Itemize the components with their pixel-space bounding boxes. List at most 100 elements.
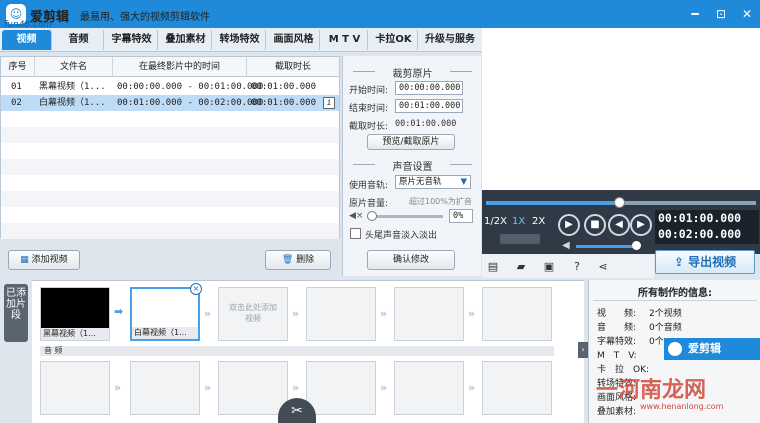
arrow-icon: » xyxy=(204,307,212,320)
frame-slider[interactable] xyxy=(500,234,540,244)
added-clips-label: 已添加片段 xyxy=(4,284,28,342)
row-filename: 黑幕视频（1... xyxy=(39,82,106,92)
volume-hint: 超过100%为扩音 xyxy=(409,197,472,206)
fade-label: 头尾声音淡入淡出 xyxy=(365,231,438,241)
arrow-icon: » xyxy=(380,307,388,320)
fade-checkbox[interactable] xyxy=(350,228,361,239)
share-icon[interactable]: ⋖ xyxy=(596,260,610,274)
empty-clip-slot[interactable] xyxy=(306,287,376,341)
audio-slot[interactable] xyxy=(130,361,200,415)
duration-value: 00:01:00.000 xyxy=(395,119,457,129)
time-display: 00:01:00.000 00:02:00.000 xyxy=(655,210,759,244)
row-duration: 00:01:00.000 xyxy=(251,98,317,108)
expand-panel-icon[interactable]: › xyxy=(578,342,588,358)
end-time-field[interactable]: 00:01:00.000 xyxy=(395,99,463,113)
tab-picture-style[interactable]: 画面风格 xyxy=(268,30,320,50)
remove-clip-icon[interactable]: × xyxy=(190,283,202,295)
add-video-label: 添加视频 xyxy=(31,255,68,265)
speed-1x-button[interactable]: 1X xyxy=(512,216,525,227)
export-icon: ⇪ xyxy=(673,255,689,269)
grid-icon[interactable]: ▤ xyxy=(486,260,500,274)
audio-slot[interactable] xyxy=(394,361,464,415)
info-label: M T V: xyxy=(597,351,637,361)
confirm-button[interactable]: 确认修改 xyxy=(367,250,455,270)
save-icon[interactable]: ▣ xyxy=(542,260,556,274)
table-row[interactable]: 01 黑幕视频（1... 00:00:00.000 - 00:01:00.000… xyxy=(1,79,339,95)
clip-thumbnail-selected[interactable]: 白幕视频（1... xyxy=(130,287,200,341)
column-header-filename[interactable]: 文件名 xyxy=(35,57,113,77)
audio-track-select[interactable]: 原片无音轨 ▼ xyxy=(395,175,471,189)
empty-clip-slot[interactable]: 双击此处添加视频 xyxy=(218,287,288,341)
info-value: 2个视频 xyxy=(649,309,682,319)
audio-slot[interactable] xyxy=(482,361,552,415)
arrow-icon: » xyxy=(292,381,300,394)
seek-knob[interactable] xyxy=(614,197,625,208)
clip-caption: 白幕视频（1... xyxy=(132,327,198,339)
tab-upgrade-service[interactable]: 升级与服务 xyxy=(420,30,480,50)
watermark-logo: 一河南龙网 xyxy=(596,378,707,403)
clip-caption: 黑幕视频（1... xyxy=(41,328,109,340)
info-label: 视 频: xyxy=(597,309,637,319)
export-video-button[interactable]: ⇪ 导出视频 xyxy=(655,250,755,274)
volume-slider-knob[interactable] xyxy=(367,211,377,221)
player-volume-knob[interactable] xyxy=(632,241,641,250)
volume-slider[interactable] xyxy=(369,215,443,218)
speed-half-button[interactable]: 1/2X xyxy=(484,216,507,227)
empty-row xyxy=(1,223,339,239)
empty-clip-slot[interactable] xyxy=(394,287,464,341)
sound-section-title: 声音设置 xyxy=(343,158,482,173)
start-time-field[interactable]: 00:00:00.000 xyxy=(395,81,463,95)
app-slogan: 最易用、强大的视频剪辑软件 xyxy=(80,12,210,23)
list-header: 序号 文件名 在最终影片中的时间 截取时长 xyxy=(1,57,339,77)
volume-field[interactable]: 0% xyxy=(449,209,473,223)
film-icon: ▦ xyxy=(20,255,32,265)
clip-thumbnail[interactable]: 黑幕视频（1... xyxy=(40,287,110,341)
stop-icon[interactable]: ■ xyxy=(584,214,606,236)
table-row[interactable]: 02 白幕视频（1... 00:01:00.000 - 00:02:00.000… xyxy=(1,95,339,111)
placeholder-text: 双击此处添加视频 xyxy=(229,303,277,323)
next-frame-icon[interactable]: ▶ xyxy=(630,214,652,236)
tab-audio[interactable]: 音频 xyxy=(54,30,104,50)
tab-subtitle-effects[interactable]: 字幕特效 xyxy=(106,30,158,50)
speed-2x-button[interactable]: 2X xyxy=(532,216,545,227)
tab-video[interactable]: 视频 xyxy=(2,30,52,50)
empty-row xyxy=(1,191,339,207)
delete-button[interactable]: 🗑 删除 xyxy=(265,250,331,270)
arrow-icon: » xyxy=(468,307,476,320)
crop-section-title: 裁剪原片 xyxy=(343,65,482,80)
close-button[interactable]: ✕ xyxy=(736,4,758,24)
empty-row xyxy=(1,127,339,143)
minimize-button[interactable]: ━ xyxy=(684,4,706,24)
info-value: 0个音频 xyxy=(649,323,682,333)
column-header-time[interactable]: 在最终影片中的时间 xyxy=(113,57,247,77)
add-video-button[interactable]: ▦ 添加视频 xyxy=(8,250,80,270)
tab-overlay-material[interactable]: 叠加素材 xyxy=(160,30,212,50)
tab-karaoke[interactable]: 卡拉OK xyxy=(370,30,418,50)
preview-crop-button[interactable]: 预览/截取原片 xyxy=(367,134,455,150)
audio-slot[interactable] xyxy=(218,361,288,415)
column-header-no[interactable]: 序号 xyxy=(1,57,35,77)
tab-transition-effects[interactable]: 转场特效 xyxy=(214,30,266,50)
player-volume-slider[interactable] xyxy=(576,245,636,248)
column-header-duration[interactable]: 截取时长 xyxy=(247,57,339,77)
info-label: 叠加素材: xyxy=(597,407,637,417)
arrow-icon: » xyxy=(468,381,476,394)
delete-label: 删除 xyxy=(296,255,315,265)
info-icon[interactable]: i xyxy=(323,97,335,109)
audio-track-label: 音 频 xyxy=(40,346,554,356)
duration-label: 截取时长: xyxy=(349,122,389,132)
play-icon[interactable]: ▶ xyxy=(558,214,580,236)
info-value: 0个 xyxy=(649,337,664,347)
tab-mtv[interactable]: M T V xyxy=(322,30,368,50)
audio-slot[interactable] xyxy=(40,361,110,415)
popup-logo-icon xyxy=(668,342,682,356)
maximize-button[interactable]: ⊡ xyxy=(710,4,732,24)
row-time: 00:00:00.000 - 00:01:00.000 xyxy=(117,82,264,92)
prev-frame-icon[interactable]: ◀ xyxy=(608,214,630,236)
help-icon[interactable]: ? xyxy=(570,260,584,274)
divider xyxy=(593,300,757,301)
folder-icon[interactable]: ▰ xyxy=(514,260,528,274)
row-no: 01 xyxy=(11,82,22,92)
empty-clip-slot[interactable] xyxy=(482,287,552,341)
audio-slot[interactable] xyxy=(306,361,376,415)
